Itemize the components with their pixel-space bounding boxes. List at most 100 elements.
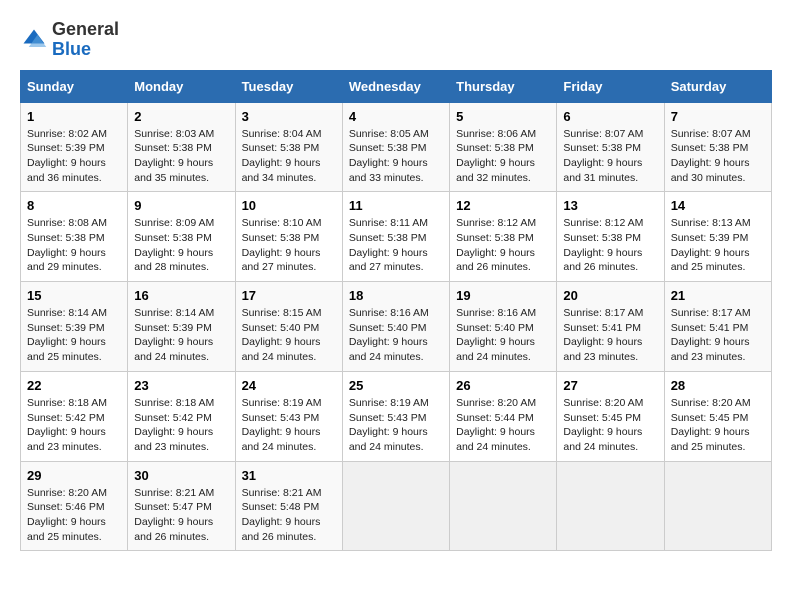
day-number: 18	[349, 288, 443, 303]
day-number: 30	[134, 468, 228, 483]
day-info: Sunrise: 8:11 AM Sunset: 5:38 PM Dayligh…	[349, 216, 443, 275]
day-info: Sunrise: 8:03 AM Sunset: 5:38 PM Dayligh…	[134, 127, 228, 186]
day-info: Sunrise: 8:07 AM Sunset: 5:38 PM Dayligh…	[671, 127, 765, 186]
calendar-cell: 5 Sunrise: 8:06 AM Sunset: 5:38 PM Dayli…	[450, 102, 557, 192]
day-info: Sunrise: 8:07 AM Sunset: 5:38 PM Dayligh…	[563, 127, 657, 186]
logo-blue: Blue	[52, 39, 91, 59]
calendar-cell: 9 Sunrise: 8:09 AM Sunset: 5:38 PM Dayli…	[128, 192, 235, 282]
day-number: 20	[563, 288, 657, 303]
calendar-cell: 11 Sunrise: 8:11 AM Sunset: 5:38 PM Dayl…	[342, 192, 449, 282]
day-number: 5	[456, 109, 550, 124]
day-number: 13	[563, 198, 657, 213]
day-number: 15	[27, 288, 121, 303]
calendar-cell: 21 Sunrise: 8:17 AM Sunset: 5:41 PM Dayl…	[664, 282, 771, 372]
weekday-header-thursday: Thursday	[450, 70, 557, 102]
calendar-cell	[664, 461, 771, 551]
day-info: Sunrise: 8:20 AM Sunset: 5:46 PM Dayligh…	[27, 486, 121, 545]
day-number: 8	[27, 198, 121, 213]
weekday-header-wednesday: Wednesday	[342, 70, 449, 102]
calendar-cell: 30 Sunrise: 8:21 AM Sunset: 5:47 PM Dayl…	[128, 461, 235, 551]
weekday-header-friday: Friday	[557, 70, 664, 102]
day-number: 19	[456, 288, 550, 303]
day-info: Sunrise: 8:12 AM Sunset: 5:38 PM Dayligh…	[456, 216, 550, 275]
calendar-cell: 18 Sunrise: 8:16 AM Sunset: 5:40 PM Dayl…	[342, 282, 449, 372]
day-number: 29	[27, 468, 121, 483]
day-info: Sunrise: 8:19 AM Sunset: 5:43 PM Dayligh…	[242, 396, 336, 455]
day-info: Sunrise: 8:14 AM Sunset: 5:39 PM Dayligh…	[134, 306, 228, 365]
calendar-cell: 10 Sunrise: 8:10 AM Sunset: 5:38 PM Dayl…	[235, 192, 342, 282]
day-number: 23	[134, 378, 228, 393]
calendar-cell: 14 Sunrise: 8:13 AM Sunset: 5:39 PM Dayl…	[664, 192, 771, 282]
day-info: Sunrise: 8:15 AM Sunset: 5:40 PM Dayligh…	[242, 306, 336, 365]
day-number: 17	[242, 288, 336, 303]
day-info: Sunrise: 8:06 AM Sunset: 5:38 PM Dayligh…	[456, 127, 550, 186]
calendar-cell: 8 Sunrise: 8:08 AM Sunset: 5:38 PM Dayli…	[21, 192, 128, 282]
calendar-cell: 19 Sunrise: 8:16 AM Sunset: 5:40 PM Dayl…	[450, 282, 557, 372]
day-info: Sunrise: 8:14 AM Sunset: 5:39 PM Dayligh…	[27, 306, 121, 365]
day-number: 7	[671, 109, 765, 124]
page-header: General Blue	[20, 20, 772, 60]
day-number: 28	[671, 378, 765, 393]
day-info: Sunrise: 8:17 AM Sunset: 5:41 PM Dayligh…	[671, 306, 765, 365]
calendar-cell: 6 Sunrise: 8:07 AM Sunset: 5:38 PM Dayli…	[557, 102, 664, 192]
day-info: Sunrise: 8:10 AM Sunset: 5:38 PM Dayligh…	[242, 216, 336, 275]
calendar-cell	[557, 461, 664, 551]
calendar-cell: 15 Sunrise: 8:14 AM Sunset: 5:39 PM Dayl…	[21, 282, 128, 372]
calendar-cell: 12 Sunrise: 8:12 AM Sunset: 5:38 PM Dayl…	[450, 192, 557, 282]
weekday-header-monday: Monday	[128, 70, 235, 102]
day-info: Sunrise: 8:04 AM Sunset: 5:38 PM Dayligh…	[242, 127, 336, 186]
day-info: Sunrise: 8:02 AM Sunset: 5:39 PM Dayligh…	[27, 127, 121, 186]
logo: General Blue	[20, 20, 119, 60]
calendar-week-row: 1 Sunrise: 8:02 AM Sunset: 5:39 PM Dayli…	[21, 102, 772, 192]
calendar-cell	[450, 461, 557, 551]
calendar-cell: 29 Sunrise: 8:20 AM Sunset: 5:46 PM Dayl…	[21, 461, 128, 551]
day-number: 31	[242, 468, 336, 483]
day-number: 3	[242, 109, 336, 124]
day-number: 1	[27, 109, 121, 124]
day-number: 2	[134, 109, 228, 124]
calendar-cell: 25 Sunrise: 8:19 AM Sunset: 5:43 PM Dayl…	[342, 371, 449, 461]
day-number: 11	[349, 198, 443, 213]
calendar-cell: 1 Sunrise: 8:02 AM Sunset: 5:39 PM Dayli…	[21, 102, 128, 192]
day-number: 12	[456, 198, 550, 213]
day-number: 21	[671, 288, 765, 303]
calendar-cell: 2 Sunrise: 8:03 AM Sunset: 5:38 PM Dayli…	[128, 102, 235, 192]
calendar-cell: 7 Sunrise: 8:07 AM Sunset: 5:38 PM Dayli…	[664, 102, 771, 192]
logo-text: General Blue	[52, 20, 119, 60]
day-number: 6	[563, 109, 657, 124]
day-info: Sunrise: 8:12 AM Sunset: 5:38 PM Dayligh…	[563, 216, 657, 275]
calendar-cell: 17 Sunrise: 8:15 AM Sunset: 5:40 PM Dayl…	[235, 282, 342, 372]
calendar-cell: 27 Sunrise: 8:20 AM Sunset: 5:45 PM Dayl…	[557, 371, 664, 461]
calendar-cell: 22 Sunrise: 8:18 AM Sunset: 5:42 PM Dayl…	[21, 371, 128, 461]
calendar-week-row: 22 Sunrise: 8:18 AM Sunset: 5:42 PM Dayl…	[21, 371, 772, 461]
calendar-table: SundayMondayTuesdayWednesdayThursdayFrid…	[20, 70, 772, 552]
calendar-cell: 24 Sunrise: 8:19 AM Sunset: 5:43 PM Dayl…	[235, 371, 342, 461]
calendar-week-row: 15 Sunrise: 8:14 AM Sunset: 5:39 PM Dayl…	[21, 282, 772, 372]
day-info: Sunrise: 8:21 AM Sunset: 5:47 PM Dayligh…	[134, 486, 228, 545]
weekday-header-sunday: Sunday	[21, 70, 128, 102]
day-info: Sunrise: 8:20 AM Sunset: 5:45 PM Dayligh…	[563, 396, 657, 455]
weekday-header-row: SundayMondayTuesdayWednesdayThursdayFrid…	[21, 70, 772, 102]
calendar-week-row: 8 Sunrise: 8:08 AM Sunset: 5:38 PM Dayli…	[21, 192, 772, 282]
calendar-cell: 31 Sunrise: 8:21 AM Sunset: 5:48 PM Dayl…	[235, 461, 342, 551]
calendar-cell	[342, 461, 449, 551]
calendar-cell: 20 Sunrise: 8:17 AM Sunset: 5:41 PM Dayl…	[557, 282, 664, 372]
day-info: Sunrise: 8:09 AM Sunset: 5:38 PM Dayligh…	[134, 216, 228, 275]
day-info: Sunrise: 8:19 AM Sunset: 5:43 PM Dayligh…	[349, 396, 443, 455]
logo-icon	[20, 26, 48, 54]
day-number: 4	[349, 109, 443, 124]
day-number: 27	[563, 378, 657, 393]
calendar-cell: 23 Sunrise: 8:18 AM Sunset: 5:42 PM Dayl…	[128, 371, 235, 461]
logo-general: General	[52, 19, 119, 39]
calendar-cell: 13 Sunrise: 8:12 AM Sunset: 5:38 PM Dayl…	[557, 192, 664, 282]
day-info: Sunrise: 8:17 AM Sunset: 5:41 PM Dayligh…	[563, 306, 657, 365]
day-info: Sunrise: 8:16 AM Sunset: 5:40 PM Dayligh…	[349, 306, 443, 365]
calendar-cell: 4 Sunrise: 8:05 AM Sunset: 5:38 PM Dayli…	[342, 102, 449, 192]
day-number: 14	[671, 198, 765, 213]
day-info: Sunrise: 8:20 AM Sunset: 5:45 PM Dayligh…	[671, 396, 765, 455]
day-number: 10	[242, 198, 336, 213]
day-number: 22	[27, 378, 121, 393]
calendar-cell: 26 Sunrise: 8:20 AM Sunset: 5:44 PM Dayl…	[450, 371, 557, 461]
day-number: 26	[456, 378, 550, 393]
day-info: Sunrise: 8:18 AM Sunset: 5:42 PM Dayligh…	[134, 396, 228, 455]
